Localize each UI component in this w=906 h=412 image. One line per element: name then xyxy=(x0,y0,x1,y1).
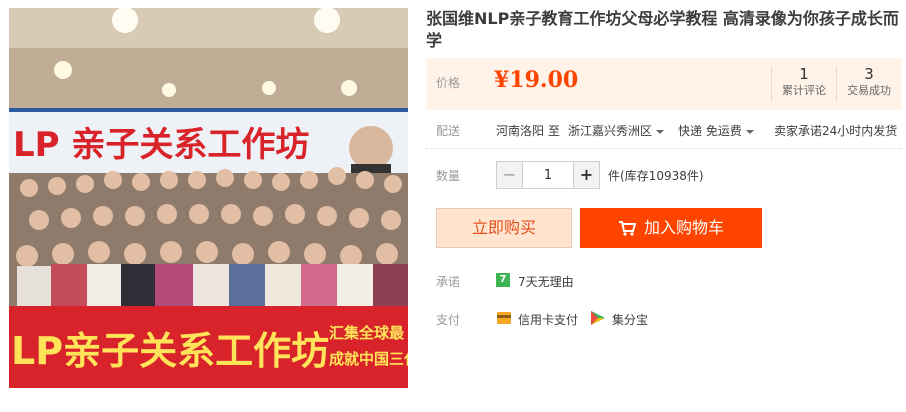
product-photo[interactable]: LP 亲子关系工作坊 LP亲子关系工作坊 汇集全球最 成就中国三 xyxy=(9,8,408,388)
quantity-label: 数量 xyxy=(436,169,461,183)
product-title: 张国维NLP亲子教育工作坊父母必学教程 高清录像为你孩子成长而学 xyxy=(426,9,899,50)
banner-bottom-text: LP亲子关系工作坊 xyxy=(11,329,329,373)
seven-day-icon: 7 xyxy=(496,273,510,287)
delivery-promise: 卖家承诺24小时内发货 xyxy=(774,124,898,138)
cart-icon xyxy=(619,221,636,236)
quantity-input[interactable] xyxy=(523,162,573,188)
delivery-destination-select[interactable]: 浙江嘉兴秀洲区 xyxy=(568,122,665,139)
shipping-method-select[interactable]: 快递 免运费 xyxy=(678,122,754,139)
comments-stat[interactable]: 1 累计评论 xyxy=(772,65,836,99)
banner-side-text-2: 成就中国三代 xyxy=(329,350,408,368)
banner-side-text-1: 汇集全球最 xyxy=(329,324,405,342)
jifenbao-payment[interactable]: 集分宝 xyxy=(612,311,648,328)
promise-label: 承诺 xyxy=(436,275,461,289)
credit-card-payment[interactable]: 信用卡支付 xyxy=(518,311,578,328)
deals-count: 3 xyxy=(864,65,874,83)
promise-text[interactable]: 7天无理由 xyxy=(518,273,574,290)
quantity-increase-button[interactable]: + xyxy=(573,162,599,188)
delivery-from: 河南洛阳 xyxy=(496,124,545,138)
deals-stat[interactable]: 3 交易成功 xyxy=(837,65,901,99)
banner-top-text: LP 亲子关系工作坊 xyxy=(13,125,309,165)
payment-label: 支付 xyxy=(436,313,461,327)
add-to-cart-button[interactable]: 加入购物车 xyxy=(580,208,762,248)
comments-count: 1 xyxy=(799,65,809,83)
deals-label: 交易成功 xyxy=(847,84,891,97)
caret-down-icon xyxy=(745,129,754,134)
quantity-decrease-button[interactable]: − xyxy=(497,162,523,188)
credit-card-icon xyxy=(497,312,511,324)
section-divider xyxy=(426,148,902,149)
group-photo-illustration: LP 亲子关系工作坊 LP亲子关系工作坊 汇集全球最 成就中国三 xyxy=(9,8,408,388)
buy-now-button[interactable]: 立即购买 xyxy=(436,208,572,248)
caret-down-icon xyxy=(656,129,665,134)
price-panel: 价格 ¥19.00 1 累计评论 3 交易成功 xyxy=(426,58,902,110)
delivery-destination: 浙江嘉兴秀洲区 xyxy=(568,124,653,138)
stock-info: 件(库存10938件) xyxy=(608,169,704,183)
quantity-stepper: − + xyxy=(496,161,600,189)
delivery-to-word: 至 xyxy=(548,124,561,138)
delivery-row: 河南洛阳 至 浙江嘉兴秀洲区 快递 免运费 卖家承诺24小时内发货 xyxy=(426,122,902,140)
shipping-method: 快递 免运费 xyxy=(678,124,742,138)
add-to-cart-label: 加入购物车 xyxy=(644,218,725,237)
comments-label: 累计评论 xyxy=(782,84,826,97)
jifenbao-icon xyxy=(591,311,605,325)
price-label: 价格 xyxy=(436,76,461,90)
price-value: ¥19.00 xyxy=(494,67,579,93)
